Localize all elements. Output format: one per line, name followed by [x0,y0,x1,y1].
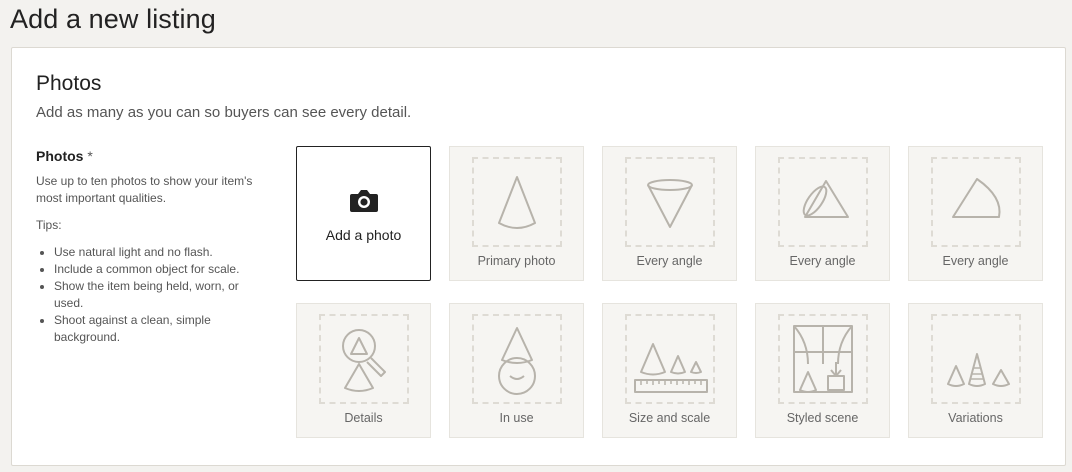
slot-label: Styled scene [786,411,859,425]
photo-slot-primary[interactable]: Primary photo [449,146,584,281]
camera-icon [350,190,378,212]
slot-label: Size and scale [628,411,711,425]
slot-label: Variations [948,411,1003,425]
cone-variations-icon [947,353,1010,387]
slot-label: Primary photo [477,254,556,268]
photos-field-label-text: Photos [36,148,84,164]
photo-slot-in-use[interactable]: In use [449,303,584,438]
add-photo-label: Add a photo [325,227,402,243]
photo-slot-every-angle-3[interactable]: Every angle [908,146,1043,281]
slot-label: Every angle [636,254,703,268]
slot-label: Details [344,411,383,425]
tips-list: Use natural light and no flash. Include … [36,244,261,346]
slot-label: Every angle [942,254,1009,268]
slot-label: In use [499,411,534,425]
photos-field-description: Use up to ten photos to show your item's… [36,174,253,205]
photo-slot-every-angle-1[interactable]: Every angle [602,146,737,281]
add-photo-button[interactable]: Add a photo [296,146,431,281]
photo-slot-every-angle-2[interactable]: Every angle [755,146,890,281]
photos-card: Photos Add as many as you can so buyers … [11,47,1066,466]
photo-slot-details[interactable]: Details [296,303,431,438]
cone-side-icon [952,178,1001,218]
section-subtitle: Add as many as you can so buyers can see… [36,104,412,121]
tip-item: Use natural light and no flash. [54,244,261,261]
cone-upright-icon [498,176,536,229]
cone-hat-person-icon [498,327,536,395]
tips-label: Tips: [36,218,62,232]
section-title: Photos [36,72,102,95]
tip-item: Show the item being held, worn, or used. [54,278,261,312]
cone-inverted-icon [647,179,693,228]
cones-ruler-icon [634,343,708,393]
photo-slot-size-and-scale[interactable]: Size and scale [602,303,737,438]
magnifier-cone-icon [342,329,386,392]
photos-help: Photos * Use up to ten photos to show yo… [36,148,261,346]
cone-tilted-icon [802,180,849,218]
tip-item: Include a common object for scale. [54,261,261,278]
page-title: Add a new listing [10,4,216,34]
photos-field-label: Photos * [36,148,261,164]
required-marker: * [87,148,93,164]
window-scene-icon [793,325,853,393]
slot-label: Every angle [789,254,856,268]
tip-item: Shoot against a clean, simple background… [54,312,261,346]
photo-slot-styled-scene[interactable]: Styled scene [755,303,890,438]
photo-slot-variations[interactable]: Variations [908,303,1043,438]
